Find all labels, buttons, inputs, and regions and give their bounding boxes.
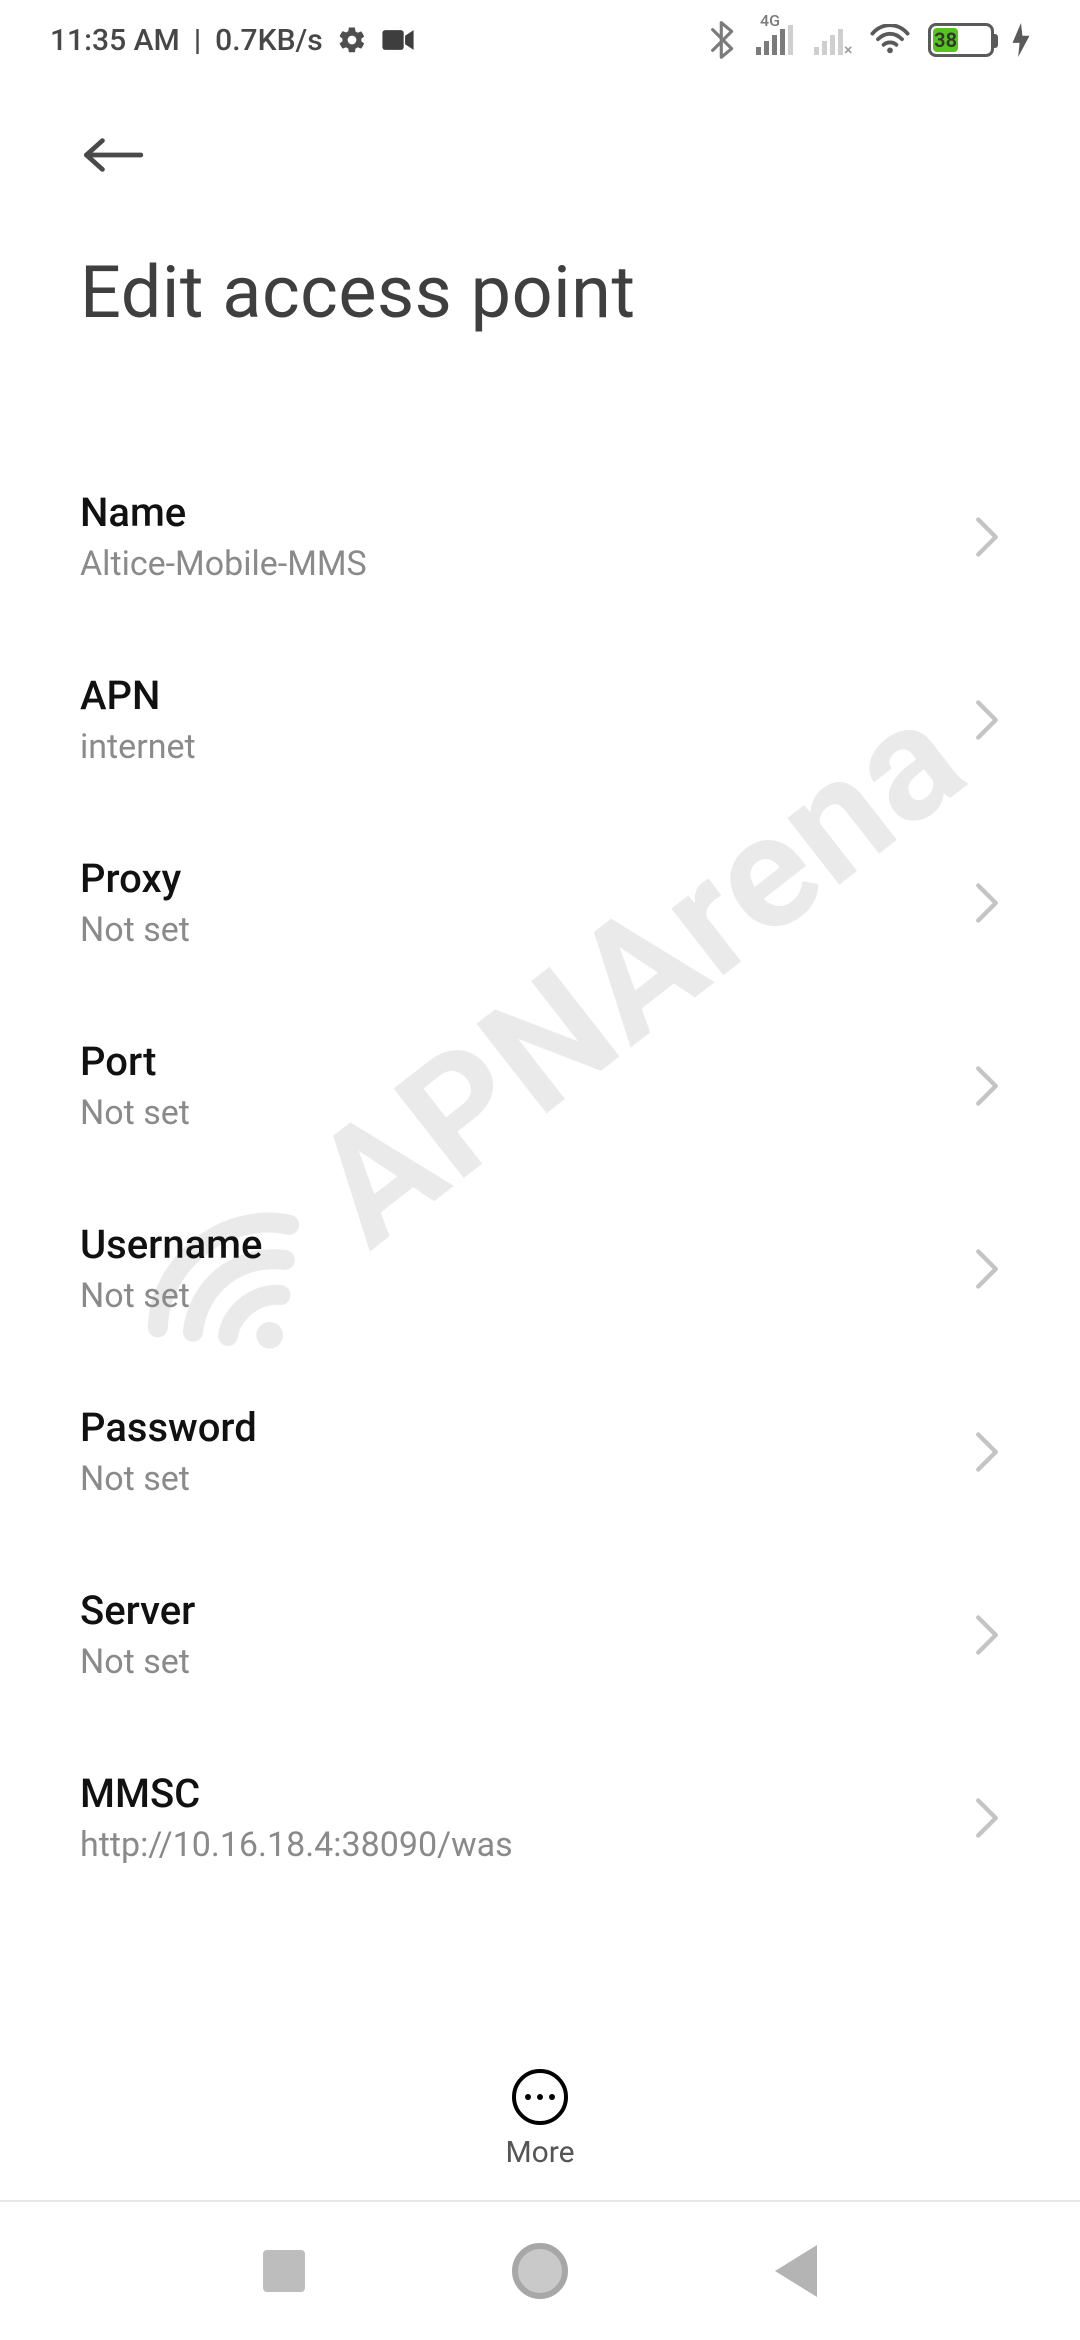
more-label: More [505, 2135, 574, 2170]
signal-4g-label: 4G [760, 11, 780, 30]
setting-value: Not set [80, 1642, 954, 1682]
setting-value: Not set [80, 1459, 954, 1499]
setting-label: MMS proxy [80, 1953, 954, 1955]
circle-icon [512, 2243, 568, 2299]
setting-value: Not set [80, 1276, 954, 1316]
status-bar-left: 11:35 AM | 0.7KB/s [50, 23, 415, 58]
status-time: 11:35 AM [50, 23, 180, 58]
more-action[interactable]: More [0, 2069, 1080, 2170]
page-title: Edit access point [80, 250, 1000, 335]
setting-label: APN [80, 672, 954, 719]
chevron-right-icon [974, 516, 1000, 558]
setting-label: Password [80, 1404, 954, 1451]
setting-row-password[interactable]: Password Not set [80, 1360, 1000, 1543]
arrow-left-icon [80, 131, 144, 179]
chevron-right-icon [974, 1431, 1000, 1473]
setting-label: Proxy [80, 855, 954, 902]
setting-label: Server [80, 1587, 954, 1634]
nav-recent-button[interactable] [263, 2250, 305, 2292]
triangle-left-icon [775, 2245, 817, 2297]
setting-label: Name [80, 489, 954, 536]
chevron-right-icon [974, 1614, 1000, 1656]
chevron-right-icon [974, 699, 1000, 741]
header: Edit access point [0, 80, 1080, 335]
setting-row-mms-proxy[interactable]: MMS proxy 10.16.18.77 [80, 1909, 1000, 1955]
setting-label: MMSC [80, 1770, 954, 1817]
status-bar: 11:35 AM | 0.7KB/s 4G [0, 0, 1080, 80]
chevron-right-icon [974, 882, 1000, 924]
status-separator: | [194, 23, 201, 58]
setting-row-mmsc[interactable]: MMSC http://10.16.18.4:38090/was [80, 1726, 1000, 1909]
status-net-speed: 0.7KB/s [215, 23, 322, 58]
square-icon [263, 2250, 305, 2292]
chevron-right-icon [974, 1065, 1000, 1107]
setting-value: Not set [80, 910, 954, 950]
nav-back-button[interactable] [775, 2245, 817, 2297]
camera-icon [381, 27, 415, 53]
setting-row-proxy[interactable]: Proxy Not set [80, 811, 1000, 994]
battery-cap-icon [993, 34, 998, 48]
setting-row-apn[interactable]: APN internet [80, 628, 1000, 811]
setting-label: Username [80, 1221, 954, 1268]
signal-secondary-icon: × [812, 25, 852, 55]
battery-level: 38 [933, 28, 958, 52]
setting-value: internet [80, 727, 954, 767]
battery-icon: 38 [928, 23, 994, 57]
more-icon [512, 2069, 568, 2125]
system-navbar [0, 2200, 1080, 2340]
setting-value: Not set [80, 1093, 954, 1133]
setting-row-port[interactable]: Port Not set [80, 994, 1000, 1177]
setting-label: Port [80, 1038, 954, 1085]
settings-list: Name Altice-Mobile-MMS APN internet Prox… [0, 445, 1080, 1955]
gear-icon [337, 25, 367, 55]
setting-row-username[interactable]: Username Not set [80, 1177, 1000, 1360]
charging-icon [1012, 23, 1030, 57]
setting-value: Altice-Mobile-MMS [80, 544, 954, 584]
chevron-right-icon [974, 1248, 1000, 1290]
setting-row-name[interactable]: Name Altice-Mobile-MMS [80, 445, 1000, 628]
bluetooth-icon [710, 21, 736, 59]
signal-4g-group: 4G [754, 25, 794, 55]
svg-text:×: × [844, 40, 852, 55]
settings-list-viewport: Name Altice-Mobile-MMS APN internet Prox… [0, 335, 1080, 1955]
status-bar-right: 4G × [710, 21, 1030, 59]
nav-home-button[interactable] [512, 2243, 568, 2299]
chevron-right-icon [974, 1797, 1000, 1839]
setting-value: http://10.16.18.4:38090/was [80, 1825, 954, 1865]
wifi-icon [870, 24, 910, 56]
back-button[interactable] [80, 120, 150, 190]
setting-row-server[interactable]: Server Not set [80, 1543, 1000, 1726]
